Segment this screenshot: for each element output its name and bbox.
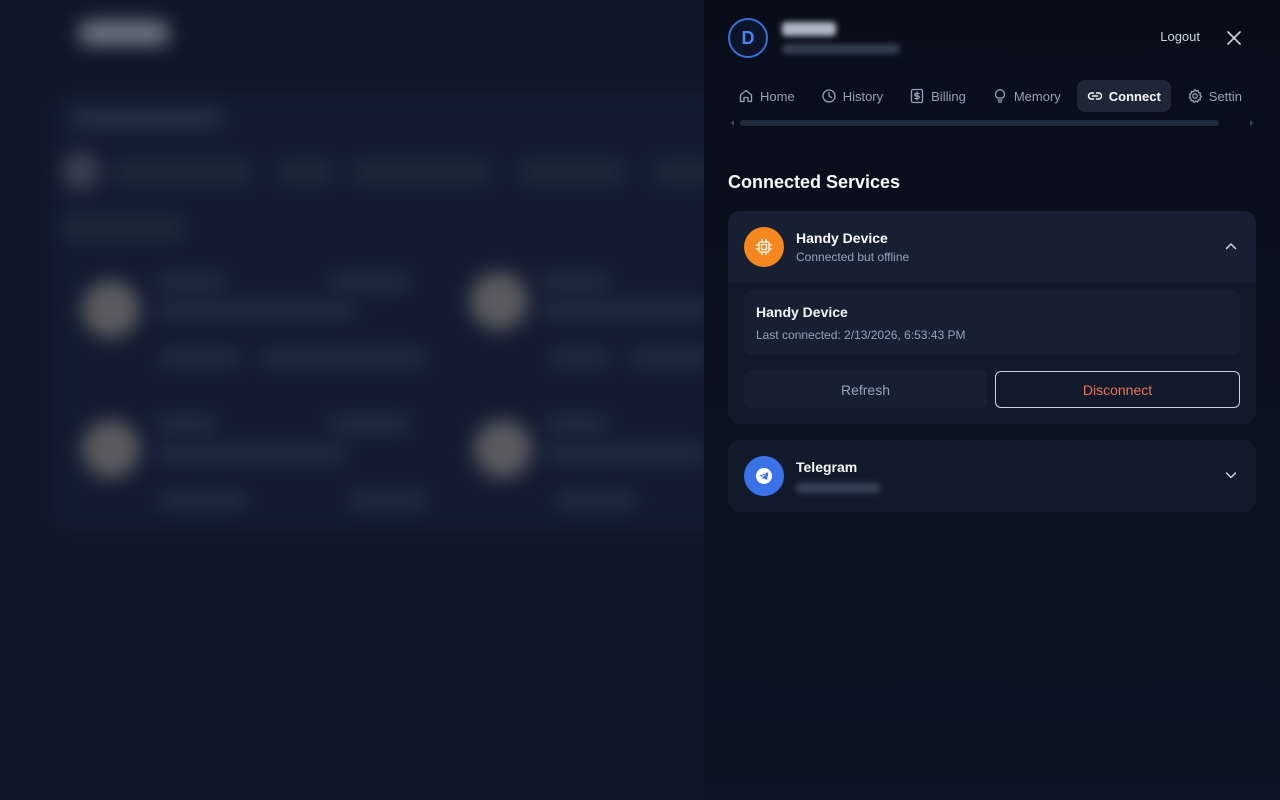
home-icon xyxy=(739,89,753,103)
bg-item-image xyxy=(82,420,140,478)
bg-pill xyxy=(654,160,704,184)
background-app xyxy=(0,0,704,800)
tab-memory[interactable]: Memory xyxy=(982,80,1071,112)
user-initial: D xyxy=(741,27,755,48)
bg-line xyxy=(160,352,240,364)
dollar-icon xyxy=(910,88,924,104)
bg-item-image xyxy=(474,420,532,478)
service-icon-badge xyxy=(744,456,784,496)
bg-line xyxy=(160,494,246,506)
clock-icon xyxy=(822,89,836,103)
user-email-redacted xyxy=(782,44,900,54)
user-avatar: D xyxy=(728,18,768,58)
tab-history[interactable]: History xyxy=(811,80,893,112)
tab-billing[interactable]: Billing xyxy=(899,80,976,112)
service-status: Connected but offline xyxy=(796,250,910,264)
bg-line xyxy=(330,276,410,288)
lightbulb-icon xyxy=(994,89,1005,103)
close-icon xyxy=(1227,31,1241,45)
service-header-telegram[interactable]: Telegram xyxy=(728,440,1256,512)
bg-line xyxy=(330,418,410,430)
service-header-handy[interactable]: Handy Device Connected but offline xyxy=(728,211,1256,283)
tab-label: Settin xyxy=(1208,88,1243,104)
device-detail-title: Handy Device xyxy=(756,304,848,320)
bg-avatar xyxy=(62,152,100,190)
bg-line xyxy=(550,352,610,364)
account-panel: D Logout Home History Billing Memory Con… xyxy=(704,0,1280,800)
bg-pill xyxy=(278,160,334,184)
link-icon xyxy=(1087,92,1102,100)
bg-line xyxy=(350,494,426,506)
scroll-track xyxy=(740,120,1244,126)
panel-header: D Logout xyxy=(728,0,1256,76)
tab-label: Memory xyxy=(1013,88,1061,104)
bg-pill xyxy=(520,160,624,184)
bg-line xyxy=(546,448,704,460)
bg-pill xyxy=(112,160,252,184)
refresh-button[interactable]: Refresh xyxy=(744,371,987,408)
bg-line xyxy=(156,304,356,316)
bg-pill xyxy=(352,160,490,184)
chevron-down-icon[interactable] xyxy=(1224,468,1238,482)
bg-line xyxy=(556,494,636,506)
tab-home[interactable]: Home xyxy=(728,80,805,112)
chip-icon xyxy=(755,238,773,256)
user-meta xyxy=(782,22,900,54)
tab-scrollbar[interactable] xyxy=(728,118,1256,128)
bg-title-blob xyxy=(78,20,170,46)
service-body-handy: Handy Device Last connected: 2/13/2026, … xyxy=(728,283,1256,424)
scroll-right-icon[interactable] xyxy=(1250,120,1254,126)
bg-line xyxy=(156,418,216,430)
bg-line xyxy=(72,110,222,126)
logout-button[interactable]: Logout xyxy=(1160,29,1200,44)
service-name: Handy Device xyxy=(796,230,888,246)
gear-icon xyxy=(1188,88,1202,104)
bg-line xyxy=(630,352,704,364)
disconnect-button[interactable]: Disconnect xyxy=(995,371,1240,408)
service-icon-badge xyxy=(744,227,784,267)
close-button[interactable] xyxy=(1222,26,1246,50)
chevron-up-icon[interactable] xyxy=(1224,239,1238,253)
telegram-icon xyxy=(756,468,772,484)
tab-label: Home xyxy=(760,88,795,104)
scroll-left-icon[interactable] xyxy=(730,120,734,126)
service-info: Handy Device Connected but offline xyxy=(796,230,909,264)
tab-label: History xyxy=(842,88,884,104)
service-name: Telegram xyxy=(796,459,858,475)
bg-line xyxy=(540,276,610,288)
tab-bar: Home History Billing Memory Connect Sett… xyxy=(728,80,1256,112)
tab-label: Billing xyxy=(931,88,966,104)
tab-label: Connect xyxy=(1108,88,1161,104)
bg-item-image xyxy=(82,280,140,338)
service-status-redacted xyxy=(796,483,880,493)
service-card-telegram: Telegram xyxy=(728,440,1256,512)
bg-line xyxy=(546,418,606,430)
bg-item-image xyxy=(470,272,528,330)
scroll-thumb[interactable] xyxy=(740,120,1219,126)
device-actions: Refresh Disconnect xyxy=(744,371,1240,408)
tab-settings[interactable]: Settin xyxy=(1177,80,1252,112)
service-info: Telegram xyxy=(796,459,880,493)
device-last-connected: Last connected: 2/13/2026, 6:53:43 PM xyxy=(756,328,966,342)
device-detail: Handy Device Last connected: 2/13/2026, … xyxy=(744,291,1240,355)
section-title: Connected Services xyxy=(728,172,901,192)
bg-pill xyxy=(60,216,184,240)
tab-connect[interactable]: Connect xyxy=(1076,80,1171,112)
user-name-redacted xyxy=(782,22,836,36)
bg-line xyxy=(156,448,346,460)
service-card-handy: Handy Device Connected but offline Handy… xyxy=(728,211,1256,424)
bg-line xyxy=(540,304,704,316)
bg-line xyxy=(156,276,226,288)
bg-line xyxy=(260,352,426,364)
